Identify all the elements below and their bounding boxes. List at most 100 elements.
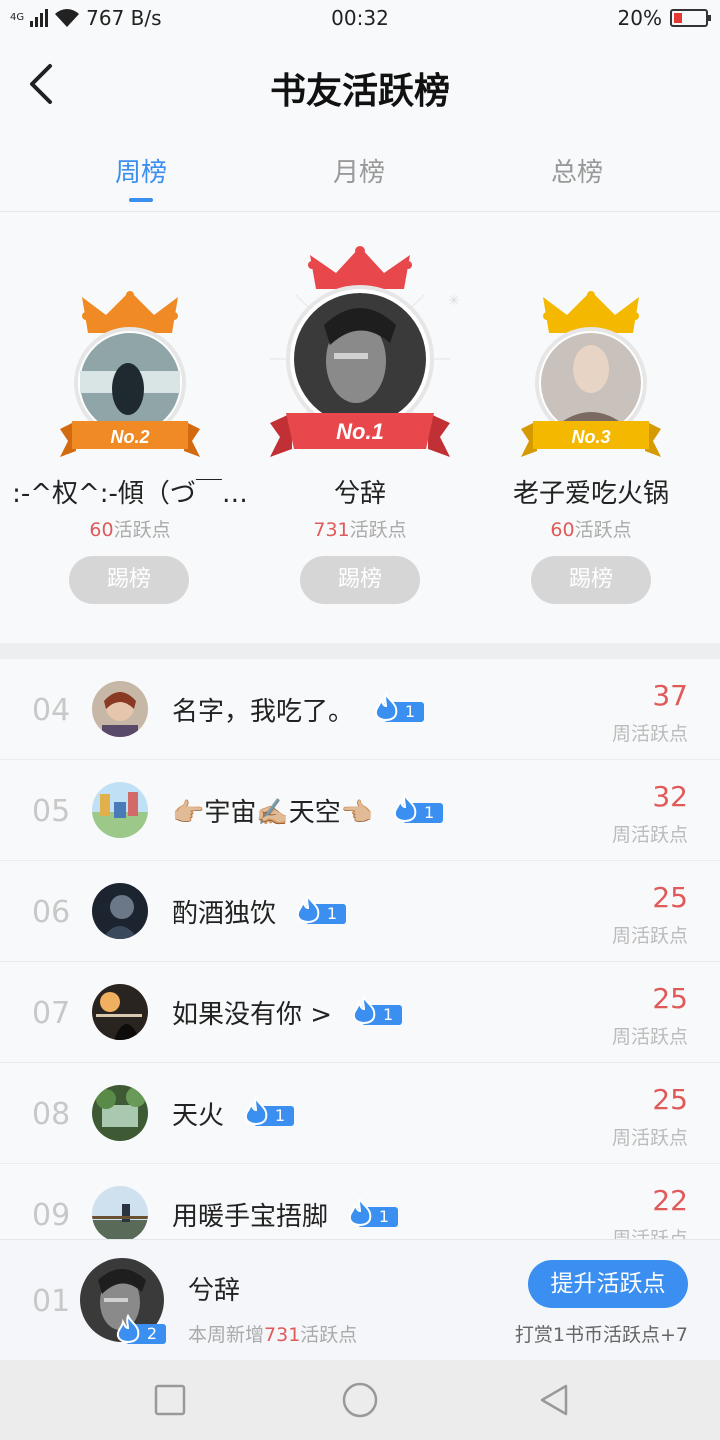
crown-badge-second: No.2: [60, 291, 200, 457]
battery-icon: [670, 9, 711, 27]
podium-points-3: 60活跃点: [550, 519, 632, 541]
flame-icon: [374, 691, 398, 721]
user-name: 天火: [172, 1101, 225, 1131]
triangle-back-icon[interactable]: [534, 1380, 574, 1420]
avatar: [92, 883, 148, 939]
score-value: 25: [652, 982, 688, 1015]
circle-icon[interactable]: [340, 1380, 380, 1420]
system-nav-bar: [0, 1360, 720, 1440]
flame-icon: [244, 1095, 268, 1125]
crown-badge-first: ✳ No.1: [270, 246, 460, 457]
list-item[interactable]: 04 名字，我吃了。 1 37 周活跃点: [0, 659, 720, 760]
my-level-badge: 2: [114, 1314, 166, 1344]
status-bar: 4G 767 B/s 00:32 20%: [0, 0, 720, 36]
rank-label-2: No.2: [110, 427, 149, 447]
row-main: 👉🏼宇宙✍🏼天空👈🏼 1: [172, 792, 444, 829]
tab-weekly[interactable]: 周榜: [81, 152, 201, 189]
flame-icon: [394, 792, 417, 822]
score-label: 周活跃点: [611, 824, 688, 846]
list-item[interactable]: 09 用暖手宝捂脚 1 22 周活跃点: [0, 1164, 720, 1239]
row-main: 用暖手宝捂脚 1: [172, 1196, 399, 1233]
level-badge: 1: [372, 691, 425, 722]
avatar: [92, 1186, 148, 1239]
level-badge: 1: [242, 1095, 295, 1126]
list-item[interactable]: 08 天火 1 25 周活跃点: [0, 1063, 720, 1164]
rank-number: 09: [32, 1198, 71, 1233]
svg-text:✳: ✳: [448, 293, 460, 309]
flame-icon: [296, 893, 320, 923]
rank-number: 08: [32, 1097, 71, 1132]
level-badge: 1: [391, 792, 444, 823]
avatar: [92, 984, 148, 1040]
kick-button-3[interactable]: 踢榜: [531, 556, 651, 604]
my-rank-bar: 01 2 兮辞 本周新增731活跃点 提升活跃点 打赏1书币活跃点+7: [0, 1239, 720, 1360]
row-main: 如果没有你 > 1: [172, 994, 403, 1031]
level-badge: 1: [346, 1196, 399, 1227]
rank-label-1: No.1: [336, 419, 384, 444]
flame-icon: [348, 1196, 372, 1226]
podium-second: No.2 :-^权^:-傾（づ￣… 60活跃点 踢榜: [10, 213, 250, 643]
list-item[interactable]: 05 👉🏼宇宙✍🏼天空👈🏼 1 32 周活跃点: [0, 760, 720, 861]
score-label: 周活跃点: [611, 723, 688, 745]
flame-icon: [352, 994, 376, 1024]
avatar: [92, 782, 148, 838]
list-item[interactable]: 07 如果没有你 > 1 25 周活跃点: [0, 962, 720, 1063]
tab-indicator: [129, 198, 153, 202]
podium-name-2: :-^权^:-傾（づ￣…: [12, 479, 248, 509]
podium-name-3: 老子爱吃火锅: [512, 479, 669, 509]
user-name: 如果没有你 >: [172, 1000, 333, 1030]
podium: No.2 :-^权^:-傾（づ￣… 60活跃点 踢榜 ✳ No.1 兮辞 731…: [0, 213, 720, 643]
boost-points-button[interactable]: 提升活跃点: [528, 1260, 688, 1308]
podium-first: ✳ No.1 兮辞 731活跃点 踢榜: [240, 213, 480, 643]
user-name: 👉🏼宇宙✍🏼天空👈🏼: [172, 798, 374, 828]
score-value: 32: [652, 780, 688, 813]
rank-number: 05: [32, 794, 71, 829]
score-value: 25: [652, 1083, 688, 1116]
battery-percent: 20%: [617, 6, 662, 30]
score-label: 周活跃点: [611, 1026, 688, 1048]
score-label: 周活跃点: [611, 925, 688, 947]
tab-total[interactable]: 总榜: [517, 152, 637, 189]
kick-button-1[interactable]: 踢榜: [300, 556, 420, 604]
rank-number: 04: [32, 693, 71, 728]
my-name: 兮辞: [188, 1276, 241, 1306]
avatar: [92, 1085, 148, 1141]
user-name: 酌酒独饮: [172, 899, 277, 929]
avatar: [92, 681, 148, 737]
row-main: 名字，我吃了。 1: [172, 691, 425, 728]
podium-points-1: 731活跃点: [313, 519, 407, 541]
flame-icon: [116, 1314, 140, 1343]
my-weekly-points: 本周新增731活跃点: [188, 1324, 358, 1346]
user-name: 用暖手宝捂脚: [172, 1202, 329, 1232]
rank-label-3: No.3: [571, 427, 610, 447]
tab-monthly[interactable]: 月榜: [299, 152, 419, 189]
level-badge: 1: [350, 994, 403, 1025]
user-name: 名字，我吃了。: [172, 697, 355, 727]
ranking-list: 04 名字，我吃了。 1 37 周活跃点 05 👉🏼宇宙✍🏼天空👈🏼 1 32 …: [0, 659, 720, 1239]
section-divider: [0, 643, 720, 659]
rank-number: 07: [32, 996, 71, 1031]
score-label: 周活跃点: [611, 1127, 688, 1149]
kick-button-2[interactable]: 踢榜: [69, 556, 189, 604]
crown-badge-third: No.3: [521, 291, 661, 457]
row-main: 天火 1: [172, 1095, 295, 1132]
podium-name-1: 兮辞: [333, 479, 386, 509]
podium-points-2: 60活跃点: [89, 519, 171, 541]
level-badge: 1: [294, 893, 347, 924]
score-label: 周活跃点: [611, 1228, 688, 1239]
page-title: 书友活跃榜: [269, 70, 450, 112]
score-value: 25: [652, 881, 688, 914]
square-icon[interactable]: [150, 1380, 190, 1420]
rank-number: 06: [32, 895, 71, 930]
status-right: 20%: [617, 6, 711, 30]
tab-bar: 周榜 月榜 总榜: [0, 136, 720, 212]
score-value: 22: [652, 1184, 688, 1217]
score-value: 37: [652, 679, 688, 712]
status-time: 00:32: [331, 6, 389, 30]
podium-third: No.3 老子爱吃火锅 60活跃点 踢榜: [471, 213, 711, 643]
row-main: 酌酒独饮 1: [172, 893, 347, 930]
list-item[interactable]: 06 酌酒独饮 1 25 周活跃点: [0, 861, 720, 962]
my-rank-number: 01: [32, 1284, 71, 1319]
header: 书友活跃榜: [0, 36, 720, 136]
boost-hint: 打赏1书币活跃点+7: [514, 1324, 688, 1346]
